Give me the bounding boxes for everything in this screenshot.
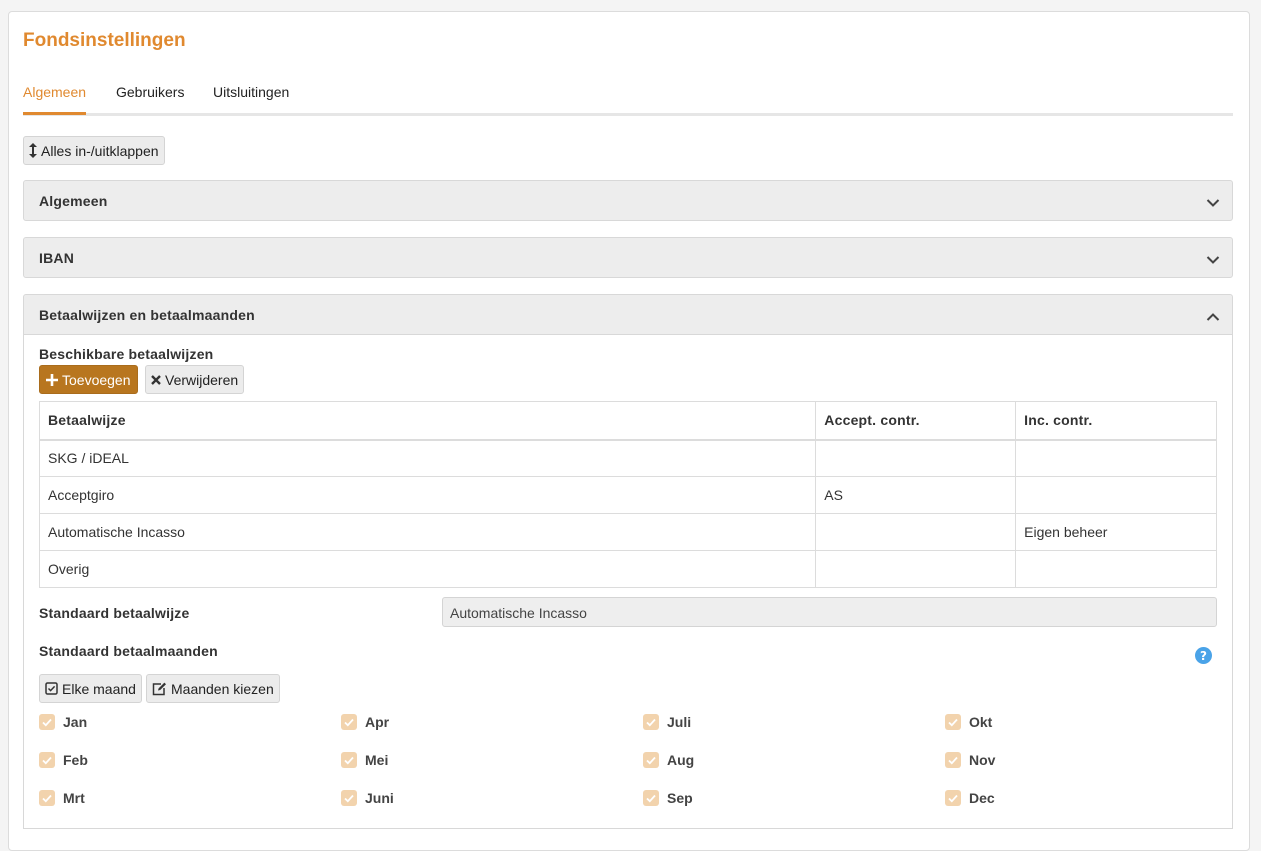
checkmark-icon (643, 790, 659, 806)
checkmark-icon (643, 714, 659, 730)
cell-betaalwijze: Acceptgiro (38, 476, 817, 514)
settings-card: Fondsinstellingen Algemeen Gebruikers Ui… (8, 11, 1250, 851)
close-icon (151, 374, 161, 385)
table-header-row: Betaalwijze Accept. contr. Inc. contr. (38, 401, 1217, 441)
tab-bar: Algemeen Gebruikers Uitsluitingen (23, 80, 1233, 116)
table-row[interactable]: SKG / iDEAL (38, 439, 1217, 477)
month-checkbox-aug[interactable]: Aug (643, 752, 694, 768)
cell-inc-contr (1015, 476, 1217, 514)
panel-algemeen-header[interactable]: Algemeen (23, 180, 1233, 221)
choose-months-button[interactable]: Maanden kiezen (146, 674, 280, 703)
panel-iban-title: IBAN (39, 250, 75, 266)
chevron-up-icon (1206, 309, 1220, 325)
choose-months-label: Maanden kiezen (171, 680, 274, 697)
table-row[interactable]: Acceptgiro AS (38, 476, 1217, 514)
month-checkbox-mei[interactable]: Mei (341, 752, 388, 768)
checkmark-icon (945, 790, 961, 806)
month-checkbox-dec[interactable]: Dec (945, 790, 995, 806)
checkmark-icon (945, 752, 961, 768)
month-label: Mei (365, 752, 389, 768)
month-label: Juni (365, 790, 394, 806)
default-method-label: Standaard betaalwijze (39, 605, 190, 621)
checkmark-icon (643, 752, 659, 768)
cell-accept-contr: AS (815, 476, 1017, 514)
panel-algemeen-title: Algemeen (39, 193, 108, 209)
month-checkbox-feb[interactable]: Feb (39, 752, 88, 768)
plus-icon (46, 373, 58, 386)
page-title: Fondsinstellingen (23, 30, 186, 51)
cell-betaalwijze: Automatische Incasso (38, 513, 817, 551)
checkmark-icon (39, 790, 55, 806)
cell-accept-contr (815, 439, 1017, 477)
month-label: Sep (667, 790, 693, 806)
add-button[interactable]: Toevoegen (39, 365, 138, 394)
table-row[interactable]: Overig (38, 550, 1217, 588)
column-header-inc-contr[interactable]: Inc. contr. (1015, 401, 1217, 441)
month-label: Feb (63, 752, 88, 768)
month-label: Juli (667, 714, 692, 730)
vertical-arrows-icon (29, 143, 37, 158)
panel-betaalwijzen-header[interactable]: Betaalwijzen en betaalmaanden (23, 294, 1233, 335)
month-checkbox-juni[interactable]: Juni (341, 790, 394, 806)
month-checkbox-juli[interactable]: Juli (643, 714, 691, 730)
tab-uitsluitingen[interactable]: Uitsluitingen (213, 84, 289, 115)
add-button-label: Toevoegen (62, 371, 131, 388)
every-month-button[interactable]: Elke maand (39, 674, 142, 703)
month-checkbox-mrt[interactable]: Mrt (39, 790, 85, 806)
month-checkbox-jan[interactable]: Jan (39, 714, 87, 730)
month-checkbox-sep[interactable]: Sep (643, 790, 693, 806)
remove-button[interactable]: Verwijderen (145, 365, 245, 394)
check-square-icon (45, 682, 58, 695)
help-icon[interactable]: ? (1195, 647, 1212, 667)
cell-inc-contr (1015, 439, 1217, 477)
panel-iban-header[interactable]: IBAN (23, 237, 1233, 278)
month-checkbox-okt[interactable]: Okt (945, 714, 992, 730)
month-label: Nov (969, 752, 996, 768)
available-methods-label: Beschikbare betaalwijzen (39, 346, 214, 362)
table-row[interactable]: Automatische Incasso Eigen beheer (38, 513, 1217, 551)
panel-betaalwijzen-title: Betaalwijzen en betaalmaanden (39, 307, 255, 323)
checkmark-icon (341, 714, 357, 730)
cell-accept-contr (815, 550, 1017, 588)
column-header-accept-contr[interactable]: Accept. contr. (815, 401, 1017, 441)
chevron-down-icon (1206, 195, 1220, 211)
payment-methods-table: Betaalwijze Accept. contr. Inc. contr. S… (38, 401, 1217, 588)
tab-gebruikers[interactable]: Gebruikers (116, 84, 184, 115)
every-month-label: Elke maand (62, 680, 136, 697)
column-header-betaalwijze[interactable]: Betaalwijze (38, 401, 817, 441)
checkmark-icon (341, 752, 357, 768)
toggle-all-button[interactable]: Alles in-/uitklappen (23, 136, 165, 165)
month-label: Mrt (63, 790, 85, 806)
month-checkbox-apr[interactable]: Apr (341, 714, 389, 730)
checkmark-icon (39, 752, 55, 768)
month-label: Okt (969, 714, 993, 730)
month-label: Aug (667, 752, 695, 768)
tab-algemeen[interactable]: Algemeen (23, 84, 87, 115)
cell-betaalwijze: SKG / iDEAL (38, 439, 817, 477)
cell-accept-contr (815, 513, 1017, 551)
checkmark-icon (39, 714, 55, 730)
toggle-all-label: Alles in-/uitklappen (41, 142, 159, 159)
default-method-field[interactable]: Automatische Incasso (442, 597, 1217, 627)
month-checkbox-nov[interactable]: Nov (945, 752, 995, 768)
checkmark-icon (945, 714, 961, 730)
chevron-down-icon (1206, 252, 1220, 268)
default-months-label: Standaard betaalmaanden (39, 643, 218, 659)
cell-betaalwijze: Overig (38, 550, 817, 588)
month-label: Apr (365, 714, 390, 730)
checkmark-icon (341, 790, 357, 806)
remove-button-label: Verwijderen (165, 371, 239, 388)
month-label: Jan (63, 714, 88, 730)
cell-inc-contr (1015, 550, 1217, 588)
month-label: Dec (969, 790, 995, 806)
svg-text:?: ? (1200, 649, 1207, 663)
panel-betaalwijzen-body: Beschikbare betaalwijzen Toevoegen Verwi… (23, 335, 1233, 829)
cell-inc-contr: Eigen beheer (1015, 513, 1217, 551)
edit-icon (152, 682, 167, 696)
